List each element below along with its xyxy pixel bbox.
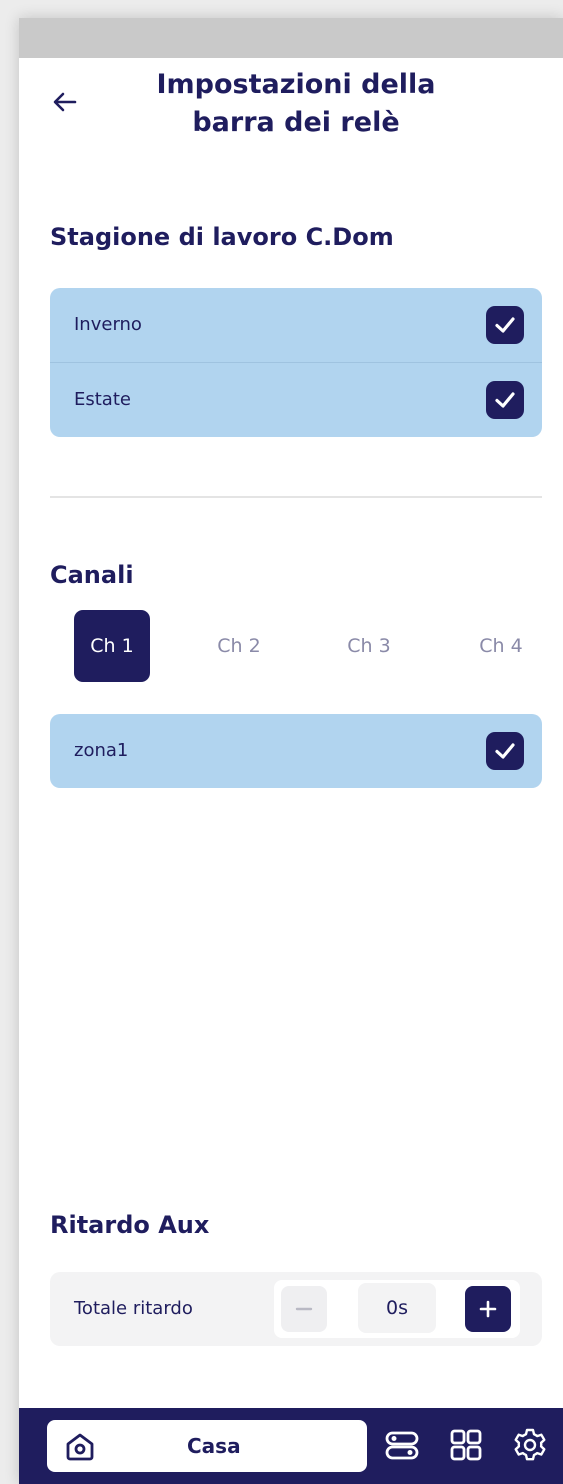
delay-value: 0s [358,1283,436,1333]
aux-delay-section-title: Ritardo Aux [50,1211,210,1239]
zone-option-label: zona1 [74,740,129,761]
nav-home-button[interactable]: Casa [47,1420,367,1472]
back-arrow-icon[interactable] [51,88,79,116]
season-option-estate[interactable]: Estate [50,363,542,437]
season-option-inverno[interactable]: Inverno [50,288,542,363]
app-screen: Impostazioni della barra dei relè Stagio… [19,18,563,1484]
tab-ch2[interactable]: Ch 2 [201,610,277,682]
zone-options-card: zona1 [50,714,542,788]
tab-ch4[interactable]: Ch 4 [463,610,539,682]
page-title: Impostazioni della barra dei relè [156,69,436,138]
checkmark-icon [495,743,515,759]
season-options-card: Inverno Estate [50,288,542,437]
grid-icon[interactable] [447,1426,485,1464]
toggles-icon[interactable] [383,1426,421,1464]
checkmark-icon [495,392,515,408]
decrement-button[interactable] [281,1286,327,1332]
tab-ch1[interactable]: Ch 1 [74,610,150,682]
delay-stepper: 0s [274,1280,520,1338]
plus-icon [479,1300,497,1318]
estate-checkbox[interactable] [486,381,524,419]
checkmark-icon [495,317,515,333]
section-divider [50,496,542,498]
inverno-checkbox[interactable] [486,306,524,344]
season-option-label: Inverno [74,314,142,335]
zona1-checkbox[interactable] [486,732,524,770]
home-icon [66,1433,94,1461]
minus-icon [295,1307,313,1311]
bottom-nav-bar: Casa [19,1408,563,1484]
increment-button[interactable] [465,1286,511,1332]
settings-icon[interactable] [511,1426,549,1464]
tab-ch3[interactable]: Ch 3 [331,610,407,682]
aux-delay-card: Totale ritardo 0s [50,1272,542,1346]
total-delay-label: Totale ritardo [74,1298,193,1319]
nav-home-label: Casa [187,1434,241,1458]
season-option-label: Estate [74,389,131,410]
season-section-title: Stagione di lavoro C.Dom [50,223,394,251]
channels-section-title: Canali [50,561,134,589]
zone-option-zona1[interactable]: zona1 [50,714,542,788]
status-bar [19,18,563,58]
